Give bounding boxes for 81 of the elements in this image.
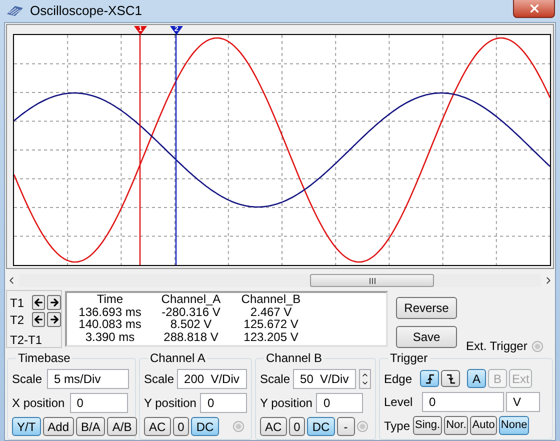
scale-field[interactable]: 5 ms/Div — [47, 369, 130, 389]
coupling-button[interactable]: - — [336, 417, 355, 436]
right-arrow-button[interactable] — [47, 295, 62, 310]
cursor-line[interactable] — [139, 35, 141, 265]
radio-button[interactable] — [357, 421, 368, 432]
position-field[interactable]: 0 — [200, 393, 247, 413]
right-arrow-button[interactable] — [47, 312, 62, 327]
table-cell-text: -280.316 V — [160, 306, 222, 318]
field-label: Level — [384, 394, 414, 411]
level-field[interactable]: 0 — [422, 392, 504, 412]
field-label: Scale — [144, 371, 174, 388]
group-title: Channel B — [264, 351, 324, 365]
table-cell-text: 140.083 ms — [78, 318, 142, 330]
up-icon — [360, 371, 369, 379]
radio-button[interactable] — [532, 340, 544, 352]
type-button[interactable]: Sing. — [413, 416, 442, 435]
field-label: Scale — [12, 371, 42, 388]
ext-trigger-label: Ext. Trigger — [466, 338, 528, 355]
arrow-left-icon — [32, 314, 44, 325]
scale-field[interactable]: 200 V/Div — [177, 369, 247, 389]
cursor-line[interactable] — [175, 35, 177, 265]
left-arrow-button[interactable] — [32, 295, 46, 310]
falling-edge-icon — [446, 372, 456, 384]
column-header: Time — [96, 293, 124, 306]
field-label: Y position — [144, 395, 196, 412]
table-cell-text: 8.502 V — [169, 318, 213, 330]
coupling-button[interactable]: AC — [144, 417, 171, 436]
app-logo-icon — [6, 4, 24, 18]
group-title: Channel A — [148, 351, 208, 365]
table-cell-text: 288.818 V — [162, 330, 220, 343]
table-cell-text: 2.467 V — [250, 306, 292, 318]
cursor-label: T2 — [10, 312, 26, 328]
table-cell-text: 3.390 ms — [84, 330, 136, 343]
coupling-button[interactable]: AC — [260, 417, 287, 436]
down-icon — [360, 379, 369, 387]
source-button[interactable]: A — [467, 369, 486, 388]
field-label: Y position — [260, 395, 312, 412]
table-cell-text: 125.672 V — [242, 318, 300, 330]
column-header: Channel_B — [240, 293, 302, 306]
type-button[interactable]: None — [498, 416, 530, 435]
coupling-button[interactable]: DC — [191, 417, 219, 436]
window-title: Oscilloscope-XSC1 — [30, 2, 142, 20]
action-button[interactable]: Save — [396, 326, 457, 348]
mode-button[interactable]: A/B — [107, 417, 137, 436]
arrow-right-icon — [48, 297, 60, 308]
scale-field[interactable]: 50 V/Div — [293, 369, 356, 389]
type-button[interactable]: Nor. — [444, 416, 468, 435]
close-button[interactable] — [513, 0, 555, 18]
action-button[interactable]: Reverse — [396, 297, 457, 319]
type-button[interactable]: Auto — [470, 416, 497, 435]
cursor-label: T2-T1 — [10, 332, 44, 349]
field-label: X position — [12, 395, 65, 412]
field-label: Edge — [384, 370, 414, 388]
coupling-button[interactable]: 0 — [288, 417, 306, 436]
edge-button[interactable] — [420, 370, 439, 387]
column-header: Channel_A — [160, 293, 222, 306]
coupling-button[interactable]: 0 — [172, 417, 190, 436]
mode-button[interactable]: Add — [42, 417, 74, 436]
edge-button[interactable] — [441, 370, 460, 387]
left-arrow-button[interactable] — [32, 312, 46, 327]
mode-button[interactable]: Y/T — [12, 417, 41, 436]
arrow-right-icon — [48, 314, 60, 325]
rising-edge-icon — [424, 372, 434, 384]
field-label: Type — [384, 418, 411, 434]
arrow-left-icon — [32, 297, 44, 308]
group-title: Timebase — [16, 351, 72, 365]
radio-button[interactable] — [233, 421, 244, 432]
table-cell-text: 123.205 V — [242, 330, 300, 343]
unit-field[interactable]: V — [506, 392, 540, 412]
table-cell-text: 136.693 ms — [78, 306, 142, 318]
scrollbar-thumb[interactable] — [310, 274, 434, 287]
field-label: Scale — [260, 371, 290, 388]
cursor-label: T1 — [10, 294, 26, 312]
coupling-button[interactable]: DC — [307, 417, 335, 436]
spin-button[interactable] — [358, 369, 371, 389]
group-title: Trigger — [388, 351, 430, 365]
position-field[interactable]: 0 — [316, 393, 364, 413]
position-field[interactable]: 0 — [70, 393, 128, 413]
grip-icon — [368, 278, 376, 284]
mode-button[interactable]: B/A — [76, 417, 106, 436]
close-icon — [528, 2, 540, 14]
